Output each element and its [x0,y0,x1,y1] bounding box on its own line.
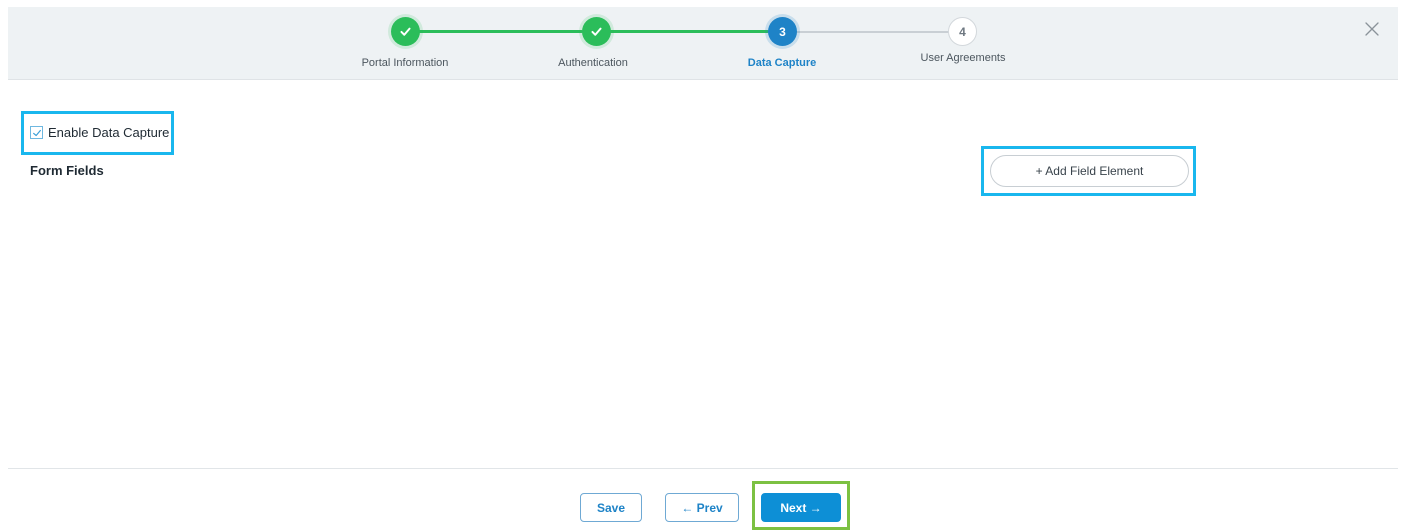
footer-divider [8,468,1398,469]
save-button[interactable]: Save [580,493,642,522]
enable-data-capture-label: Enable Data Capture [48,125,170,140]
step-3-active-indicator[interactable]: 3 [768,17,797,46]
enable-data-capture-toggle[interactable]: Enable Data Capture [30,125,169,140]
step-connector-2-3 [608,30,769,33]
step-4-label: User Agreements [920,52,1006,64]
step-1-complete-indicator[interactable] [391,17,420,46]
checkmark-icon [400,27,411,36]
step-3-number: 3 [779,24,786,39]
step-connector-3-4 [794,31,954,33]
close-button[interactable] [1362,19,1382,39]
step-connector-1-2 [418,30,583,33]
enable-data-capture-checkbox[interactable] [30,126,43,139]
step-4-pending-indicator[interactable]: 4 [948,17,977,46]
form-fields-heading: Form Fields [30,163,104,178]
step-3-label: Data Capture [747,57,817,69]
wizard-stepper: Portal Information Authentication 3 Data… [8,7,1398,79]
close-icon [1365,22,1379,36]
prev-button[interactable]: ← Prev [665,493,739,522]
step-1-label: Portal Information [361,57,449,69]
wizard-header: Portal Information Authentication 3 Data… [8,7,1398,80]
checkmark-icon [591,27,602,36]
next-button[interactable]: Next → [761,493,841,522]
checkmark-icon [32,129,41,136]
add-field-element-button[interactable]: + Add Field Element [990,155,1189,187]
step-4-number: 4 [959,24,966,39]
step-2-label: Authentication [558,57,628,69]
step-2-complete-indicator[interactable] [582,17,611,46]
